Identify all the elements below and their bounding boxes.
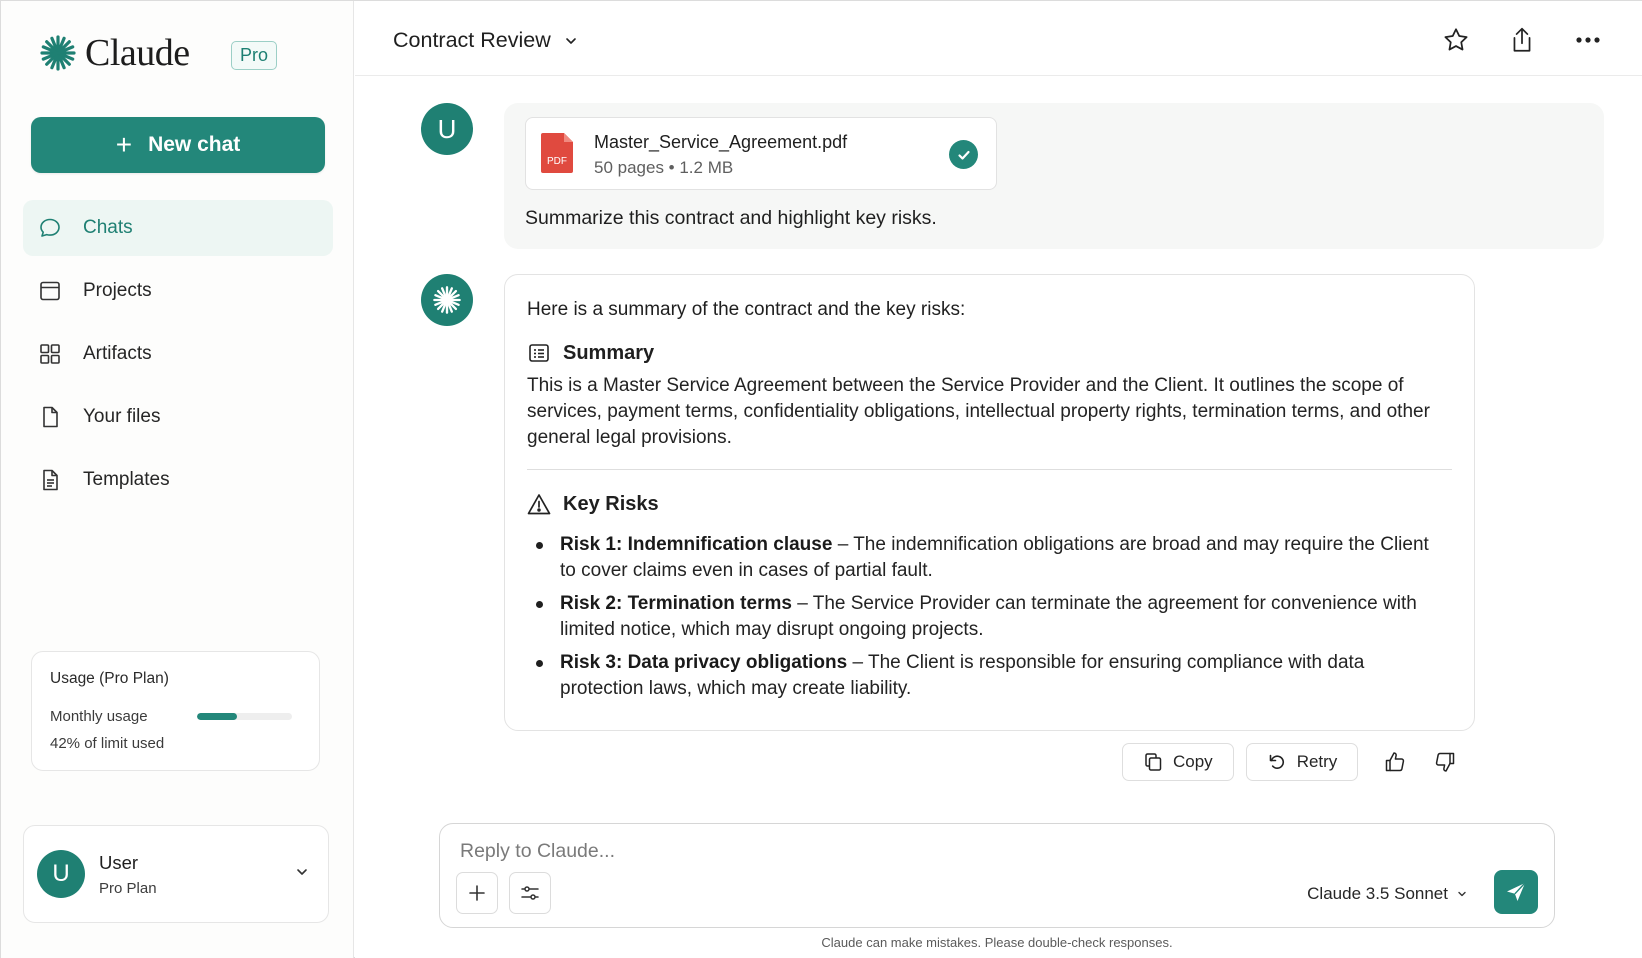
brand-name: Claude	[85, 32, 190, 74]
chevron-down-icon	[1458, 891, 1466, 897]
sidebar-nav: Chats Projects Artifacts Your files Temp…	[23, 200, 333, 515]
sidebar-item-label: Projects	[83, 280, 152, 301]
reply-input[interactable]	[460, 836, 1240, 866]
template-doc-icon	[37, 467, 63, 493]
chevron-down-icon	[565, 37, 576, 44]
sidebar-item-chats[interactable]: Chats	[23, 200, 333, 256]
more-options-button[interactable]	[1573, 25, 1603, 55]
plan-badge: Pro	[231, 41, 278, 70]
send-button[interactable]	[1494, 870, 1538, 914]
summary-heading-text: Summary	[563, 341, 655, 364]
risk-list: Risk 1: Indemnification clause – The ind…	[527, 532, 1452, 702]
list-item: Risk 1: Indemnification clause – The ind…	[527, 532, 1432, 584]
add-attachment-button[interactable]	[456, 872, 498, 914]
user-name: User	[99, 851, 139, 873]
sidebar-item-label: Artifacts	[83, 343, 152, 364]
sidebar-item-label: Chats	[83, 217, 133, 238]
send-icon	[1507, 882, 1526, 901]
usage-label: Monthly usage	[50, 708, 148, 725]
artifacts-grid-icon	[37, 341, 63, 367]
check-icon	[949, 140, 978, 169]
thumbs-up-button[interactable]	[1376, 743, 1414, 781]
sidebar-item-label: Your files	[83, 406, 161, 427]
chevron-down-icon	[297, 869, 307, 875]
page-title: Contract Review	[393, 28, 551, 52]
message-composer: Claude 3.5 Sonnet	[439, 823, 1555, 928]
assistant-intro: Here is a summary of the contract and th…	[527, 299, 966, 320]
sidebar-item-templates[interactable]: Templates	[23, 452, 333, 508]
brand-logo[interactable]: Claude	[39, 31, 190, 75]
share-button[interactable]	[1507, 25, 1537, 55]
sidebar: Claude Pro + New chat Chats Projects Art…	[1, 1, 354, 958]
user-account-menu[interactable]: U User Pro Plan	[23, 825, 329, 923]
claude-starburst-icon	[40, 35, 76, 71]
usage-summary: 42% of limit used	[50, 735, 165, 752]
assistant-avatar	[421, 274, 473, 326]
attachment-meta: 50 pages • 1.2 MB	[594, 158, 734, 177]
assistant-message: Here is a summary of the contract and th…	[504, 274, 1475, 731]
model-selector[interactable]: Claude 3.5 Sonnet	[1307, 884, 1468, 904]
sidebar-item-projects[interactable]: Projects	[23, 263, 333, 319]
list-doc-icon	[527, 341, 551, 365]
more-horizontal-icon	[1576, 37, 1600, 43]
copy-icon	[1145, 753, 1162, 771]
divider	[527, 469, 1452, 470]
model-name: Claude 3.5 Sonnet	[1307, 884, 1448, 903]
new-chat-button[interactable]: + New chat	[31, 117, 325, 173]
user-message-text: Summarize this contract and highlight ke…	[525, 207, 937, 229]
message-actions: Copy Retry	[1122, 743, 1470, 781]
chat-main: Contract Review U PDF Master_Service_Agr…	[355, 1, 1642, 958]
copy-label: Copy	[1173, 752, 1213, 771]
warning-icon	[527, 492, 551, 516]
avatar: U	[37, 850, 85, 898]
usage-title: Usage (Pro Plan)	[50, 670, 169, 687]
chat-bubble-icon	[37, 215, 63, 241]
usage-card: Usage (Pro Plan) Monthly usage 42% of li…	[31, 651, 320, 771]
retry-label: Retry	[1296, 752, 1338, 771]
plus-icon: +	[115, 129, 133, 160]
list-item: Risk 2: Termination terms – The Service …	[527, 591, 1432, 643]
sidebar-item-artifacts[interactable]: Artifacts	[23, 326, 333, 382]
usage-progress-fill	[197, 713, 237, 720]
summary-text: This is a Master Service Agreement betwe…	[527, 375, 1430, 448]
plus-icon	[469, 885, 485, 901]
file-icon	[37, 404, 63, 430]
pdf-file-icon: PDF	[541, 133, 573, 173]
tools-settings-button[interactable]	[509, 872, 551, 914]
list-item: Risk 3: Data privacy obligations – The C…	[527, 650, 1432, 702]
new-chat-label: New chat	[148, 133, 241, 156]
user-plan: Pro Plan	[99, 879, 157, 897]
disclaimer-text: Claude can make mistakes. Please double-…	[821, 935, 1173, 950]
risk-title: Risk 1: Indemnification clause	[560, 534, 833, 555]
thumbs-up-icon	[1386, 752, 1405, 772]
sidebar-item-label: Templates	[83, 469, 170, 490]
attachment-card[interactable]: PDF Master_Service_Agreement.pdf 50 page…	[525, 117, 997, 190]
copy-button[interactable]: Copy	[1122, 743, 1234, 781]
star-icon	[1444, 28, 1468, 51]
sidebar-item-your-files[interactable]: Your files	[23, 389, 333, 445]
usage-progress-bar	[197, 713, 292, 720]
retry-button[interactable]: Retry	[1245, 743, 1359, 781]
sliders-icon	[521, 886, 539, 900]
pdf-type-label: PDF	[547, 156, 567, 167]
share-icon	[1513, 27, 1531, 52]
claude-starburst-icon	[433, 286, 461, 314]
user-avatar: U	[421, 103, 473, 155]
risk-title: Risk 3: Data privacy obligations	[560, 652, 848, 673]
summary-heading: Summary	[527, 341, 1452, 365]
chat-header: Contract Review	[355, 1, 1642, 76]
attachment-name: Master_Service_Agreement.pdf	[594, 132, 848, 152]
app-window: Claude Pro + New chat Chats Projects Art…	[0, 0, 1642, 958]
thumbs-down-icon	[1436, 752, 1455, 772]
star-button[interactable]	[1441, 25, 1471, 55]
key-risks-heading: Key Risks	[527, 492, 1452, 516]
risk-title: Risk 2: Termination terms	[560, 593, 792, 614]
key-risks-heading-text: Key Risks	[563, 492, 659, 515]
thumbs-down-button[interactable]	[1426, 743, 1464, 781]
projects-icon	[37, 278, 63, 304]
retry-icon	[1269, 754, 1284, 769]
conversation-title-dropdown[interactable]: Contract Review	[393, 28, 579, 53]
